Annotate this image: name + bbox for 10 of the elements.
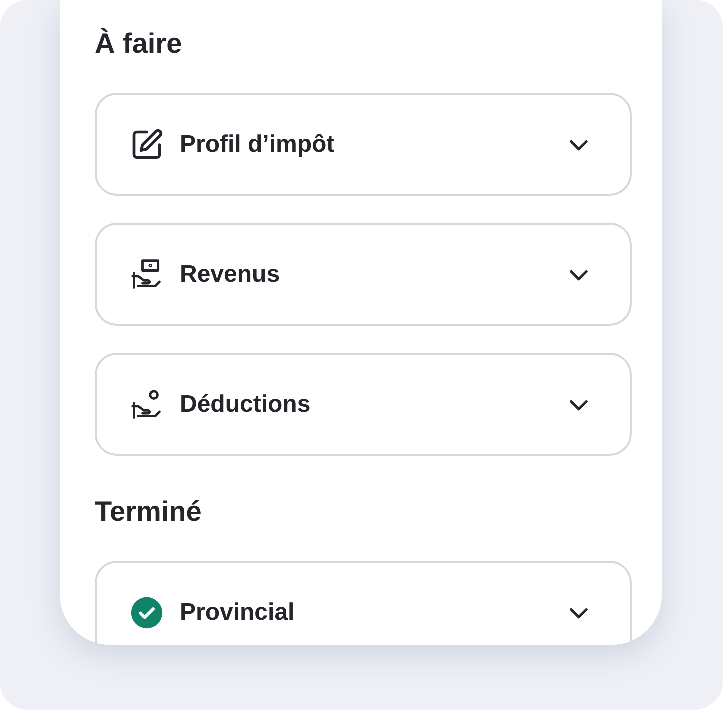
accordion-item[interactable]: Déductions [95,353,632,456]
edit-icon [130,128,164,162]
hand-coin-icon [130,388,164,422]
hand-cash-icon [130,258,164,292]
accordion-item[interactable]: Profil d’impôt [95,93,632,196]
check-circle-icon [130,596,164,630]
section-heading: À faire [95,27,184,61]
section-heading: Terminé [95,495,203,529]
accordion-item[interactable]: Provincial [95,561,632,645]
accordion-item[interactable]: Revenus [95,223,632,326]
